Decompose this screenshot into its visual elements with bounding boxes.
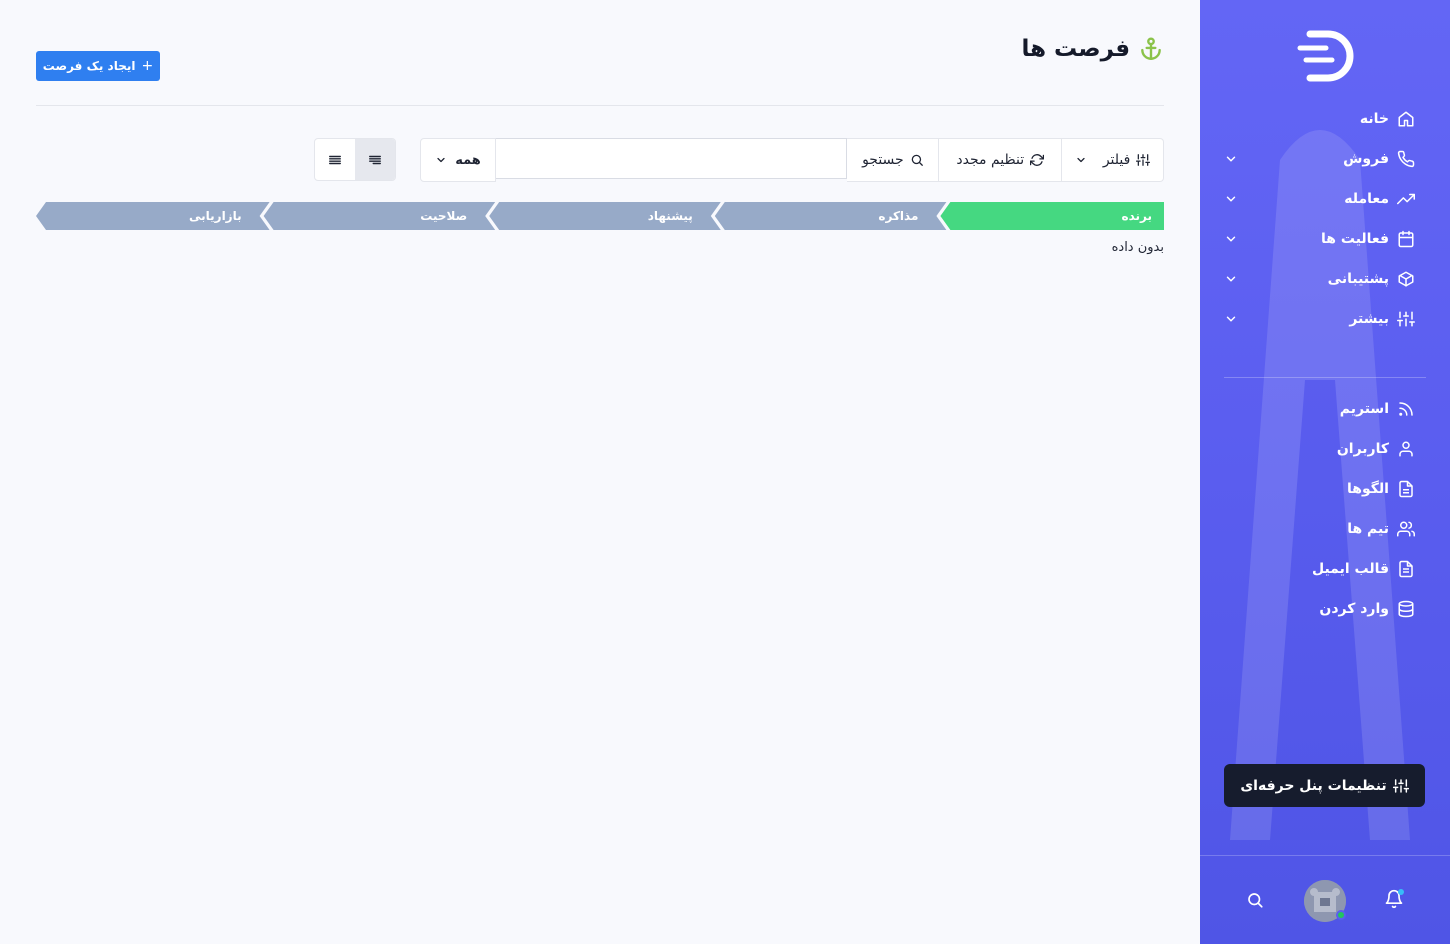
sidebar-item-label: بیشتر xyxy=(1349,311,1389,327)
pipeline-stage-label: مذاکره xyxy=(878,209,919,223)
chevron-down-icon xyxy=(435,154,447,166)
header-divider xyxy=(36,105,1164,106)
sidebar-nav-primary: خانه فروش معامله فعالیت ها پشتیبانی بیشت… xyxy=(1200,99,1450,339)
sliders-icon xyxy=(1397,310,1415,328)
sidebar-item-templates[interactable]: الگوها xyxy=(1200,469,1450,509)
page-title: فرصت ها xyxy=(1021,36,1164,62)
plus-icon: + xyxy=(141,58,154,74)
chevron-down-icon xyxy=(1224,152,1238,166)
home-icon xyxy=(1397,110,1415,128)
view-toggle xyxy=(314,138,396,181)
search-input[interactable] xyxy=(495,138,848,179)
sidebar-item-users[interactable]: کاربران xyxy=(1200,429,1450,469)
pipeline-stage-label: صلاحیت xyxy=(420,209,468,223)
list-icon xyxy=(328,153,342,167)
rss-icon xyxy=(1397,400,1415,418)
sliders-icon xyxy=(1136,153,1151,167)
sidebar-item-home[interactable]: خانه xyxy=(1200,99,1450,139)
sidebar-nav-secondary: استریم کاربران الگوها تیم ها قالب ایمیل xyxy=(1200,389,1450,629)
calendar-icon xyxy=(1397,230,1415,248)
box-icon xyxy=(1397,270,1415,288)
create-button-label: ایجاد یک فرصت xyxy=(42,59,136,73)
filter-button-label: فیلتر xyxy=(1102,152,1131,168)
filter-toolbar: همه جستجو تنظیم مجدد فیلتر xyxy=(420,138,1165,182)
chevron-down-icon xyxy=(1224,312,1238,326)
chevron-down-icon xyxy=(1224,272,1238,286)
filter-button[interactable]: فیلتر xyxy=(1062,138,1165,182)
sidebar-item-label: تیم ها xyxy=(1347,521,1389,537)
chevron-down-icon xyxy=(1224,192,1238,206)
pipeline-stages: برنده مذاکره پیشنهاد صلاحیت بازاریابی xyxy=(36,202,1164,230)
sidebar-item-label: فروش xyxy=(1343,151,1389,167)
search-icon[interactable] xyxy=(1246,891,1264,909)
sidebar-item-activities[interactable]: فعالیت ها xyxy=(1200,219,1450,259)
status-select-value: همه xyxy=(455,152,481,168)
reset-button[interactable]: تنظیم مجدد xyxy=(939,138,1063,182)
sliders-icon xyxy=(1392,778,1409,794)
search-button[interactable]: جستجو xyxy=(847,138,940,182)
pipeline-stage-label: پیشنهاد xyxy=(647,209,693,223)
refresh-icon xyxy=(1030,153,1045,167)
create-opportunity-button[interactable]: ایجاد یک فرصت + xyxy=(36,51,160,81)
kanban-view-button[interactable] xyxy=(355,139,395,180)
sidebar-item-teams[interactable]: تیم ها xyxy=(1200,509,1450,549)
page-title-text: فرصت ها xyxy=(1021,36,1130,62)
sidebar-item-email-template[interactable]: قالب ایمیل xyxy=(1200,549,1450,589)
sidebar-item-sales[interactable]: فروش xyxy=(1200,139,1450,179)
database-icon xyxy=(1397,600,1415,618)
pro-settings-label: تنظیمات پنل حرفه‌ای xyxy=(1240,777,1387,794)
chevron-down-icon xyxy=(1224,232,1238,246)
sidebar-item-label: پشتیبانی xyxy=(1327,271,1389,287)
sidebar-divider xyxy=(1224,377,1426,378)
sidebar-item-more[interactable]: بیشتر xyxy=(1200,299,1450,339)
sidebar-item-label: فعالیت ها xyxy=(1321,231,1389,247)
sidebar-item-label: معامله xyxy=(1344,191,1389,207)
sidebar-item-label: قالب ایمیل xyxy=(1311,561,1389,577)
search-icon xyxy=(910,153,924,167)
bell-icon[interactable] xyxy=(1384,889,1404,909)
chevron-down-icon xyxy=(1075,154,1087,166)
list-view-button[interactable] xyxy=(315,139,355,180)
file-icon xyxy=(1397,480,1415,498)
sidebar-item-label: استریم xyxy=(1339,401,1389,417)
sidebar-item-label: الگوها xyxy=(1347,481,1389,497)
sidebar-item-label: کاربران xyxy=(1336,441,1389,457)
notification-dot xyxy=(1398,889,1404,895)
empty-state-text: بدون داده xyxy=(1111,240,1164,255)
user-icon xyxy=(1397,440,1415,458)
sidebar-item-label: وارد کردن xyxy=(1319,601,1389,617)
sidebar-bottom-divider xyxy=(1200,855,1450,856)
app-logo[interactable] xyxy=(1296,30,1356,82)
user-avatar[interactable] xyxy=(1304,880,1346,922)
file-text-icon xyxy=(1397,560,1415,578)
pipeline-stage-label: بازاریابی xyxy=(189,209,242,223)
sidebar: خانه فروش معامله فعالیت ها پشتیبانی بیشت… xyxy=(1200,0,1450,944)
trending-up-icon xyxy=(1397,190,1415,208)
pro-panel-settings-button[interactable]: تنظیمات پنل حرفه‌ای xyxy=(1224,764,1425,807)
reset-button-label: تنظیم مجدد xyxy=(956,152,1025,168)
sidebar-item-label: خانه xyxy=(1359,111,1389,127)
pipeline-stage-label: برنده xyxy=(1121,209,1153,223)
phone-icon xyxy=(1397,150,1415,168)
align-right-icon xyxy=(368,153,382,167)
search-button-label: جستجو xyxy=(862,152,904,168)
sidebar-item-support[interactable]: پشتیبانی xyxy=(1200,259,1450,299)
sidebar-item-deal[interactable]: معامله xyxy=(1200,179,1450,219)
users-icon xyxy=(1397,520,1415,538)
sidebar-item-stream[interactable]: استریم xyxy=(1200,389,1450,429)
anchor-icon xyxy=(1138,36,1164,62)
online-status-dot xyxy=(1336,910,1346,920)
sidebar-item-import[interactable]: وارد کردن xyxy=(1200,589,1450,629)
status-select[interactable]: همه xyxy=(420,138,496,182)
